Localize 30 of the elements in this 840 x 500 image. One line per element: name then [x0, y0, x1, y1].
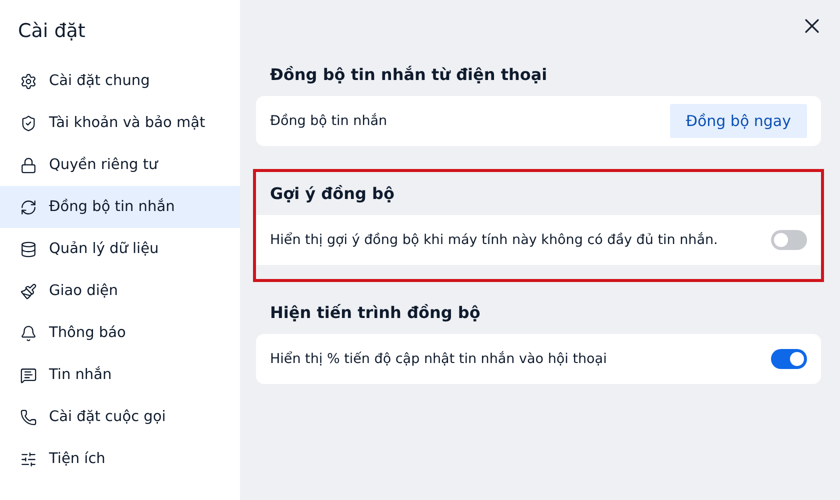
- sidebar-item[interactable]: Tiện ích: [0, 438, 240, 480]
- sidebar-item[interactable]: Quyền riêng tư: [0, 144, 240, 186]
- setting-label: Hiển thị % tiến độ cập nhật tin nhắn vào hội thoại: [270, 351, 607, 367]
- sidebar-item[interactable]: Cài đặt chung: [0, 60, 240, 102]
- section-title: Hiện tiến trình đồng bộ: [269, 302, 482, 324]
- sliders-icon: [20, 450, 37, 468]
- section-title: Gợi ý đồng bộ: [269, 183, 396, 205]
- sync-icon: [20, 198, 37, 216]
- bell-icon: [20, 324, 37, 342]
- setting-label: Hiển thị gợi ý đồng bộ khi máy tính này không có đầy đủ tin nhắn.: [270, 232, 718, 248]
- sync-now-button[interactable]: Đồng bộ ngay: [670, 104, 807, 138]
- chat-icon: [20, 366, 37, 384]
- toggle-switch[interactable]: [771, 349, 807, 369]
- section-title: Đồng bộ tin nhắn từ điện thoại: [269, 64, 548, 86]
- brush-icon: [20, 282, 37, 300]
- sidebar-item[interactable]: Cài đặt cuộc gọi: [0, 396, 240, 438]
- lock-icon: [20, 156, 37, 174]
- database-icon: [20, 240, 37, 258]
- sidebar-item[interactable]: Thông báo: [0, 312, 240, 354]
- sidebar-item[interactable]: Tin nhắn: [0, 354, 240, 396]
- sidebar-item[interactable]: Tài khoản và bảo mật: [0, 102, 240, 144]
- sidebar-item[interactable]: Đồng bộ tin nhắn: [0, 186, 240, 228]
- sidebar-item[interactable]: Quản lý dữ liệu: [0, 228, 240, 270]
- setting-label: Đồng bộ tin nhắn: [270, 113, 388, 129]
- shield-icon: [20, 114, 37, 132]
- sidebar-title: Cài đặt: [17, 19, 86, 44]
- toggle-switch[interactable]: [771, 230, 807, 250]
- sidebar-item[interactable]: Giao diện: [0, 270, 240, 312]
- phone-icon: [20, 408, 37, 426]
- gear-icon: [20, 72, 37, 90]
